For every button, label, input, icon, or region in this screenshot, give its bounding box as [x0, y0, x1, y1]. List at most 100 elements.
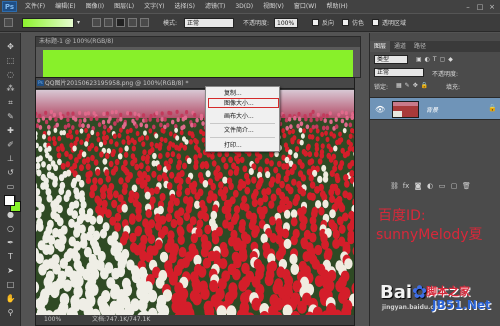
menu-help[interactable]: 帮助(H): [322, 0, 353, 13]
marquee-tool-icon[interactable]: ⬚: [5, 55, 16, 66]
tulip-bloom: [100, 267, 109, 280]
menu-divider: [210, 137, 275, 138]
menu-divider: [210, 123, 275, 124]
mode-select[interactable]: 正常: [184, 18, 234, 28]
mask-icon[interactable]: ◙: [414, 182, 422, 190]
crop-tool-icon[interactable]: ⌗: [5, 97, 16, 108]
diamond-gradient-icon[interactable]: [140, 18, 149, 27]
tulip-bloom: [58, 187, 65, 195]
tulip-bloom: [333, 159, 338, 167]
tab-paths[interactable]: 路径: [410, 41, 430, 52]
menu-select[interactable]: 选择(S): [169, 0, 200, 13]
menu-item-image-size[interactable]: 图像大小...: [224, 100, 254, 108]
eraser-tool-icon[interactable]: ▭: [5, 181, 16, 192]
trash-icon[interactable]: 🗑: [462, 182, 471, 190]
tulip-bloom: [99, 151, 104, 158]
pen-tool-icon[interactable]: ✒: [5, 237, 16, 248]
minimize-button[interactable]: –: [462, 2, 474, 12]
tulip-bloom: [337, 112, 341, 117]
menu-item-file-info[interactable]: 文件简介...: [224, 127, 254, 135]
tulip-bloom: [139, 122, 143, 128]
tulip-bloom: [148, 128, 153, 134]
gradient-tool-icon[interactable]: [4, 18, 13, 27]
move-tool-icon[interactable]: ✥: [5, 41, 16, 52]
foreground-color-swatch[interactable]: [4, 195, 15, 206]
menu-filter[interactable]: 滤镜(T): [200, 0, 230, 13]
blend-mode-select[interactable]: 正常: [374, 68, 424, 77]
quick-select-tool-icon[interactable]: ⁂: [5, 83, 16, 94]
gradient-picker[interactable]: [22, 18, 74, 28]
tulip-bloom: [233, 205, 241, 214]
angle-gradient-icon[interactable]: [116, 18, 125, 27]
clone-stamp-tool-icon[interactable]: ⊥: [5, 153, 16, 164]
history-brush-tool-icon[interactable]: ↺: [5, 167, 16, 178]
tulip-bloom: [338, 224, 346, 234]
menu-layer[interactable]: 图层(L): [109, 0, 139, 13]
eye-icon[interactable]: 👁: [375, 105, 385, 114]
tulip-bloom: [344, 180, 350, 188]
link-layers-icon[interactable]: ⛓: [390, 182, 399, 190]
filter-icons[interactable]: ▣◐T▢◆: [416, 56, 456, 63]
tulip-bloom: [329, 170, 335, 177]
tulip-bloom: [121, 204, 128, 213]
document-tab[interactable]: 未标题-1 @ 100%(RGB/8): [36, 37, 360, 47]
tulip-bloom: [181, 257, 190, 269]
folder-icon[interactable]: ▭: [438, 182, 446, 190]
shape-tool-icon[interactable]: □: [5, 279, 16, 290]
zoom-level[interactable]: 100%: [44, 315, 61, 325]
type-tool-icon[interactable]: T: [5, 251, 16, 262]
dither-checkbox[interactable]: [342, 19, 349, 26]
opacity-input[interactable]: 100%: [274, 18, 298, 28]
menu-view[interactable]: 视图(V): [258, 0, 289, 13]
fx-icon[interactable]: fx: [402, 182, 410, 190]
document-tab[interactable]: Ps QQ图片20150623195958.png @ 100%(RGB/8) …: [36, 78, 354, 89]
menu-item-duplicate[interactable]: 复制...: [224, 90, 242, 98]
path-select-tool-icon[interactable]: ➤: [5, 265, 16, 276]
transparency-checkbox[interactable]: [372, 19, 379, 26]
menu-image[interactable]: 图像(I): [81, 0, 109, 13]
reverse-checkbox[interactable]: [312, 19, 319, 26]
tulip-bloom: [183, 212, 191, 222]
tulip-bloom: [145, 135, 150, 141]
tab-layers[interactable]: 图层: [370, 41, 391, 52]
brush-tool-icon[interactable]: ✐: [5, 139, 16, 150]
tulip-bloom: [66, 117, 70, 123]
eyedropper-tool-icon[interactable]: ✎: [5, 111, 16, 122]
menu-3d[interactable]: 3D(D): [230, 0, 258, 13]
panel-tabs: 图层 通道 路径: [370, 41, 500, 52]
new-layer-icon[interactable]: ▢: [450, 182, 458, 190]
hand-tool-icon[interactable]: ✋: [5, 293, 16, 304]
layer-filter-select[interactable]: 类型: [374, 55, 408, 64]
tulip-bloom: [65, 132, 70, 139]
maximize-button[interactable]: □: [474, 2, 486, 12]
close-button[interactable]: ×: [486, 2, 498, 12]
menu-item-print[interactable]: 打印...: [224, 142, 242, 150]
menu-type[interactable]: 文字(Y): [139, 0, 169, 13]
zoom-tool-icon[interactable]: ⚲: [5, 307, 16, 318]
adjustment-icon[interactable]: ◐: [426, 182, 434, 190]
lasso-tool-icon[interactable]: ◌: [5, 69, 16, 80]
menu-window[interactable]: 窗口(W): [289, 0, 322, 13]
linear-gradient-icon[interactable]: [92, 18, 101, 27]
dodge-tool-icon[interactable]: ○: [5, 223, 16, 234]
tulip-bloom: [193, 112, 197, 118]
lock-icons[interactable]: ▦✎✥🔒: [396, 82, 431, 89]
chevron-down-icon[interactable]: ▾: [77, 19, 80, 26]
tab-channels[interactable]: 通道: [390, 41, 410, 52]
menu-item-canvas-size[interactable]: 画布大小...: [224, 113, 254, 121]
tulip-bloom: [337, 163, 343, 171]
mode-value: 正常: [187, 20, 200, 27]
healing-brush-tool-icon[interactable]: ✚: [5, 125, 16, 136]
tulip-bloom: [325, 113, 329, 118]
tulip-bloom: [264, 274, 274, 287]
layer-row-background[interactable]: 👁 背景 🔒: [370, 97, 500, 120]
tulip-bloom: [135, 115, 139, 121]
radial-gradient-icon[interactable]: [104, 18, 113, 27]
menu-file[interactable]: 文件(F): [20, 0, 50, 13]
tulip-bloom: [58, 174, 65, 182]
tulip-bloom: [318, 206, 325, 216]
tulip-bloom: [48, 155, 53, 162]
reflected-gradient-icon[interactable]: [128, 18, 137, 27]
tulip-bloom: [133, 111, 137, 116]
menu-edit[interactable]: 编辑(E): [50, 0, 80, 13]
